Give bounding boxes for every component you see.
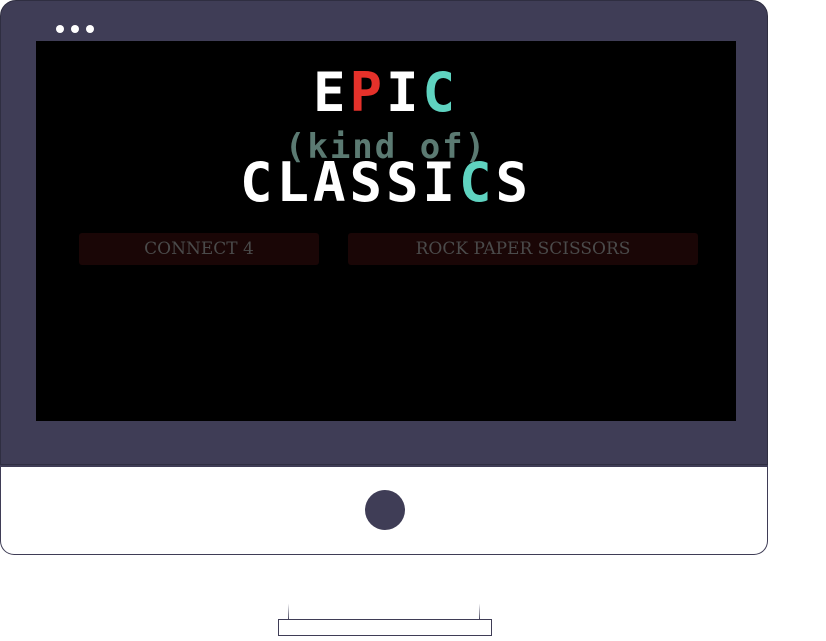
title-letter: A [312,151,350,214]
monitor-stand [288,556,480,620]
title-letter: C [239,151,277,214]
title-letter: S [386,151,423,214]
title-letter: C [459,151,496,214]
title-letter: E [312,61,350,124]
home-button-icon [365,490,405,530]
title-letter: S [495,151,533,214]
dot-icon [86,25,94,33]
dot-icon [56,25,64,33]
title-letter: S [349,151,386,214]
app-screen: EPIC (kind of) CLASSICS CONNECT 4 ROCK P… [36,41,736,421]
title-letter: P [349,61,386,124]
rock-paper-scissors-button[interactable]: ROCK PAPER SCISSORS [348,233,698,265]
monitor-base [278,619,492,636]
title-classics: CLASSICS [36,153,736,213]
connect-4-button[interactable]: CONNECT 4 [79,233,319,265]
title-letter: C [422,61,460,124]
window-dots [56,25,94,33]
title-letter: L [276,151,313,214]
title-letter: I [386,61,423,124]
dot-icon [71,25,79,33]
title-letter: I [422,151,460,214]
title-epic: EPIC [36,63,736,123]
